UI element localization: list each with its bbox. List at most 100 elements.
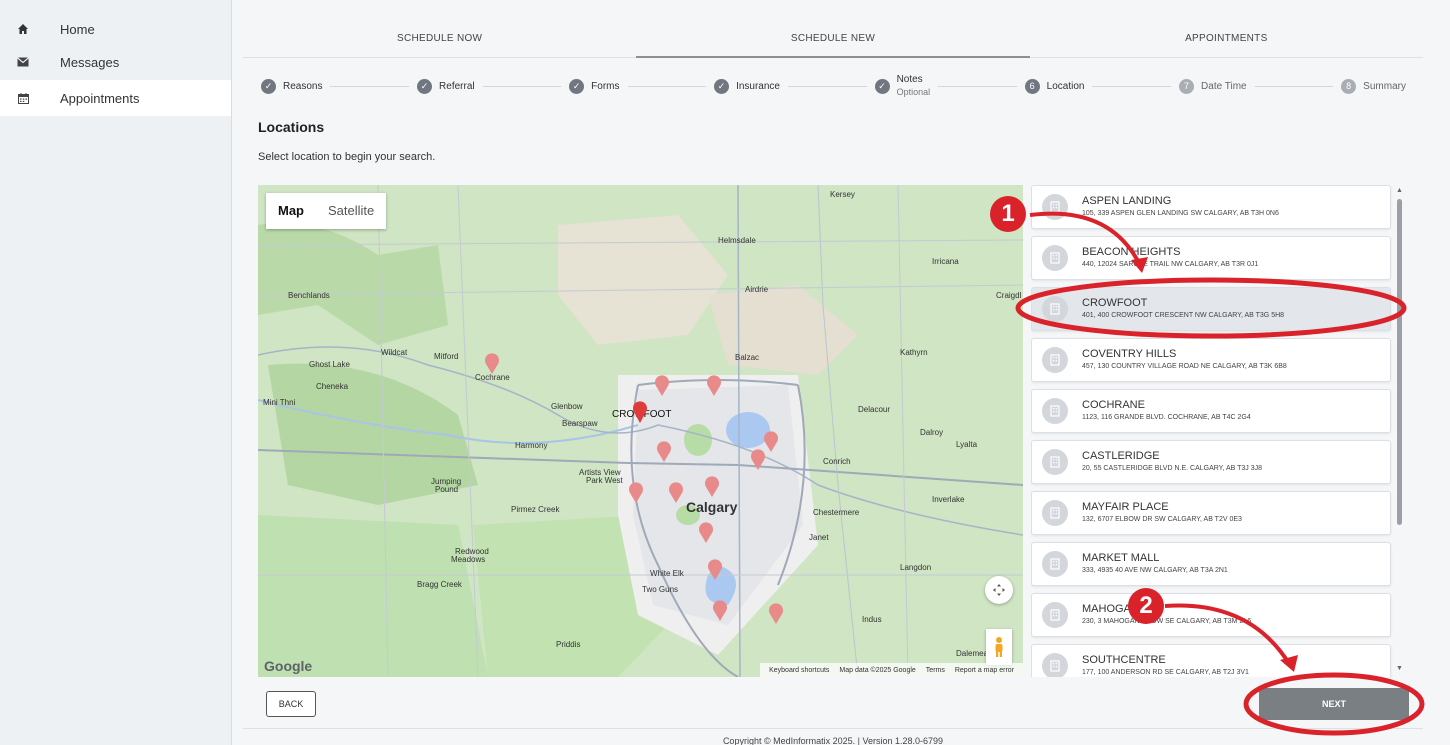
sidebar-item-label: Messages xyxy=(60,54,120,70)
map-label: Bearspaw xyxy=(562,419,598,428)
scroll-up-icon[interactable]: ▲ xyxy=(1396,187,1403,194)
building-icon xyxy=(1042,296,1068,322)
map-label: Priddis xyxy=(556,640,581,649)
step-number: 7 xyxy=(1179,78,1195,94)
map-label: Airdrie xyxy=(745,285,769,294)
report-map-error-link[interactable]: Report a map error xyxy=(955,667,1014,674)
tab-schedule-new[interactable]: SCHEDULE NEW xyxy=(636,20,1030,58)
building-icon xyxy=(1042,347,1068,373)
map-label: Mini Thni xyxy=(263,398,296,407)
step-referral[interactable]: ✓ Referral xyxy=(417,78,475,94)
location-card-southcentre[interactable]: SOUTHCENTRE 177, 100 ANDERSON RD SE CALGA… xyxy=(1031,644,1391,677)
map-label: Delacour xyxy=(858,405,891,414)
step-location[interactable]: 6 Location xyxy=(1024,78,1084,94)
location-card-market-mall[interactable]: MARKET MALL 333, 4935 40 AVE NW CALGARY, … xyxy=(1031,542,1391,586)
map-label: Benchlands xyxy=(288,291,330,300)
map-label: Pound xyxy=(435,485,459,494)
map-label: Mitford xyxy=(434,352,459,361)
sidebar-item-appointments[interactable]: Appointments xyxy=(0,80,231,116)
page-instruction: Select location to begin your search. xyxy=(258,151,436,163)
map-label: Kersey xyxy=(830,190,855,199)
terms-link[interactable]: Terms xyxy=(926,667,945,674)
location-pin[interactable] xyxy=(707,559,723,581)
step-reasons[interactable]: ✓ Reasons xyxy=(261,78,322,94)
location-name: ASPEN LANDING xyxy=(1082,195,1172,207)
map-label: Ghost Lake xyxy=(309,360,350,369)
step-insurance[interactable]: ✓ Insurance xyxy=(714,78,780,94)
location-card-mayfair-place[interactable]: MAYFAIR PLACE 132, 6707 ELBOW DR SW CALGA… xyxy=(1031,491,1391,535)
pegman-icon xyxy=(995,637,1003,657)
location-card-cochrane[interactable]: COCHRANE 1123, 116 GRANDE BLVD. COCHRANE,… xyxy=(1031,389,1391,433)
location-pin[interactable] xyxy=(704,476,720,498)
location-pin[interactable] xyxy=(750,449,766,471)
location-pin[interactable] xyxy=(484,353,500,375)
location-pin[interactable] xyxy=(628,482,644,504)
location-card-coventry-hills[interactable]: COVENTRY HILLS 457, 130 COUNTRY VILLAGE R… xyxy=(1031,338,1391,382)
map-label: Cheneka xyxy=(316,382,349,391)
page-title: Locations xyxy=(258,119,325,135)
location-address: 20, 55 CASTLERIDGE BLVD N.E. CALGARY, AB… xyxy=(1082,465,1263,472)
tab-appointments[interactable]: APPOINTMENTS xyxy=(1029,20,1423,58)
map-label: Bragg Creek xyxy=(417,580,462,589)
main-content: SCHEDULE NOW SCHEDULE NEW APPOINTMENTS ✓… xyxy=(243,0,1423,745)
scrollbar-thumb[interactable] xyxy=(1397,199,1402,525)
building-icon xyxy=(1042,194,1068,220)
back-button[interactable]: BACK xyxy=(266,691,316,717)
location-card-beacon-heights[interactable]: BEACON HEIGHTS 440, 12024 SARCEE TRAIL NW… xyxy=(1031,236,1391,280)
location-pin-selected[interactable] xyxy=(632,400,648,424)
location-name: MARKET MALL xyxy=(1082,552,1160,564)
map-data-text: Map data ©2025 Google xyxy=(839,666,916,674)
scroll-down-icon[interactable]: ▼ xyxy=(1396,665,1403,672)
map-label: White Elk xyxy=(650,569,684,578)
step-separator xyxy=(1254,85,1334,87)
step-forms[interactable]: ✓ Forms xyxy=(569,78,620,94)
map-label: Meadows xyxy=(451,555,486,564)
sidebar: Home Messages Appointments xyxy=(0,0,232,745)
tab-schedule-now[interactable]: SCHEDULE NOW xyxy=(243,20,637,58)
map-view[interactable]: Map Satellite Kersey Helmsdale Irricana … xyxy=(258,185,1023,677)
map-pan-control[interactable] xyxy=(985,576,1013,604)
location-list: ASPEN LANDING 105, 339 ASPEN GLEN LANDING… xyxy=(1031,185,1393,677)
map-label: Glenbow xyxy=(551,402,583,411)
next-button[interactable]: NEXT xyxy=(1259,688,1409,720)
location-name: CASTLERIDGE xyxy=(1082,450,1160,462)
map-label: Craigdl xyxy=(996,291,1022,300)
location-name: MAHOGANY xyxy=(1082,603,1147,615)
map-terrain xyxy=(258,185,1023,677)
location-pin[interactable] xyxy=(656,441,672,463)
map-type-satellite[interactable]: Satellite xyxy=(316,193,386,229)
sidebar-item-label: Appointments xyxy=(60,90,140,106)
location-address: 132, 6707 ELBOW DR SW CALGARY, AB T2V 0E… xyxy=(1082,516,1242,523)
keyboard-shortcuts-link[interactable]: Keyboard shortcuts xyxy=(769,667,829,674)
location-pin[interactable] xyxy=(698,522,714,544)
map-label: Park West xyxy=(586,476,623,485)
step-summary[interactable]: 8 Summary xyxy=(1341,78,1406,94)
location-card-mahogany[interactable]: MAHOGANY 230, 3 MAHOGANY ROW SE CALGARY, … xyxy=(1031,593,1391,637)
location-pin[interactable] xyxy=(712,600,728,622)
sidebar-item-messages[interactable]: Messages xyxy=(0,44,231,80)
map-type-map[interactable]: Map xyxy=(266,193,316,229)
sidebar-item-home[interactable]: Home xyxy=(0,14,231,44)
location-address: 333, 4935 40 AVE NW CALGARY, AB T3A 2N1 xyxy=(1082,567,1228,574)
pan-arrows-icon xyxy=(993,584,1005,596)
location-pin[interactable] xyxy=(654,375,670,397)
location-card-castleridge[interactable]: CASTLERIDGE 20, 55 CASTLERIDGE BLVD N.E. … xyxy=(1031,440,1391,484)
location-card-aspen-landing[interactable]: ASPEN LANDING 105, 339 ASPEN GLEN LANDING… xyxy=(1031,185,1391,229)
step-separator xyxy=(788,85,867,87)
map-attribution: Keyboard shortcuts Map data ©2025 Google… xyxy=(760,663,1023,677)
street-view-pegman[interactable] xyxy=(986,629,1012,665)
location-address: 440, 12024 SARCEE TRAIL NW CALGARY, AB T… xyxy=(1082,261,1259,268)
location-pin[interactable] xyxy=(668,482,684,504)
map-label: Chestermere xyxy=(813,508,860,517)
map-city-label: Calgary xyxy=(686,499,738,515)
map-label: Conrich xyxy=(823,457,851,466)
location-address: 1123, 116 GRANDE BLVD. COCHRANE, AB T4C … xyxy=(1082,414,1251,421)
step-date-time[interactable]: 7 Date Time xyxy=(1179,78,1247,94)
location-pin[interactable] xyxy=(706,375,722,397)
location-pin[interactable] xyxy=(768,603,784,625)
map-label: Langdon xyxy=(900,563,932,572)
step-notes[interactable]: ✓ Notes Optional xyxy=(874,74,930,98)
location-card-crowfoot[interactable]: CROWFOOT 401, 400 CROWFOOT CRESCENT NW CA… xyxy=(1031,287,1391,331)
location-list-scrollbar[interactable]: ▲ ▼ xyxy=(1393,185,1407,677)
building-icon xyxy=(1042,449,1068,475)
